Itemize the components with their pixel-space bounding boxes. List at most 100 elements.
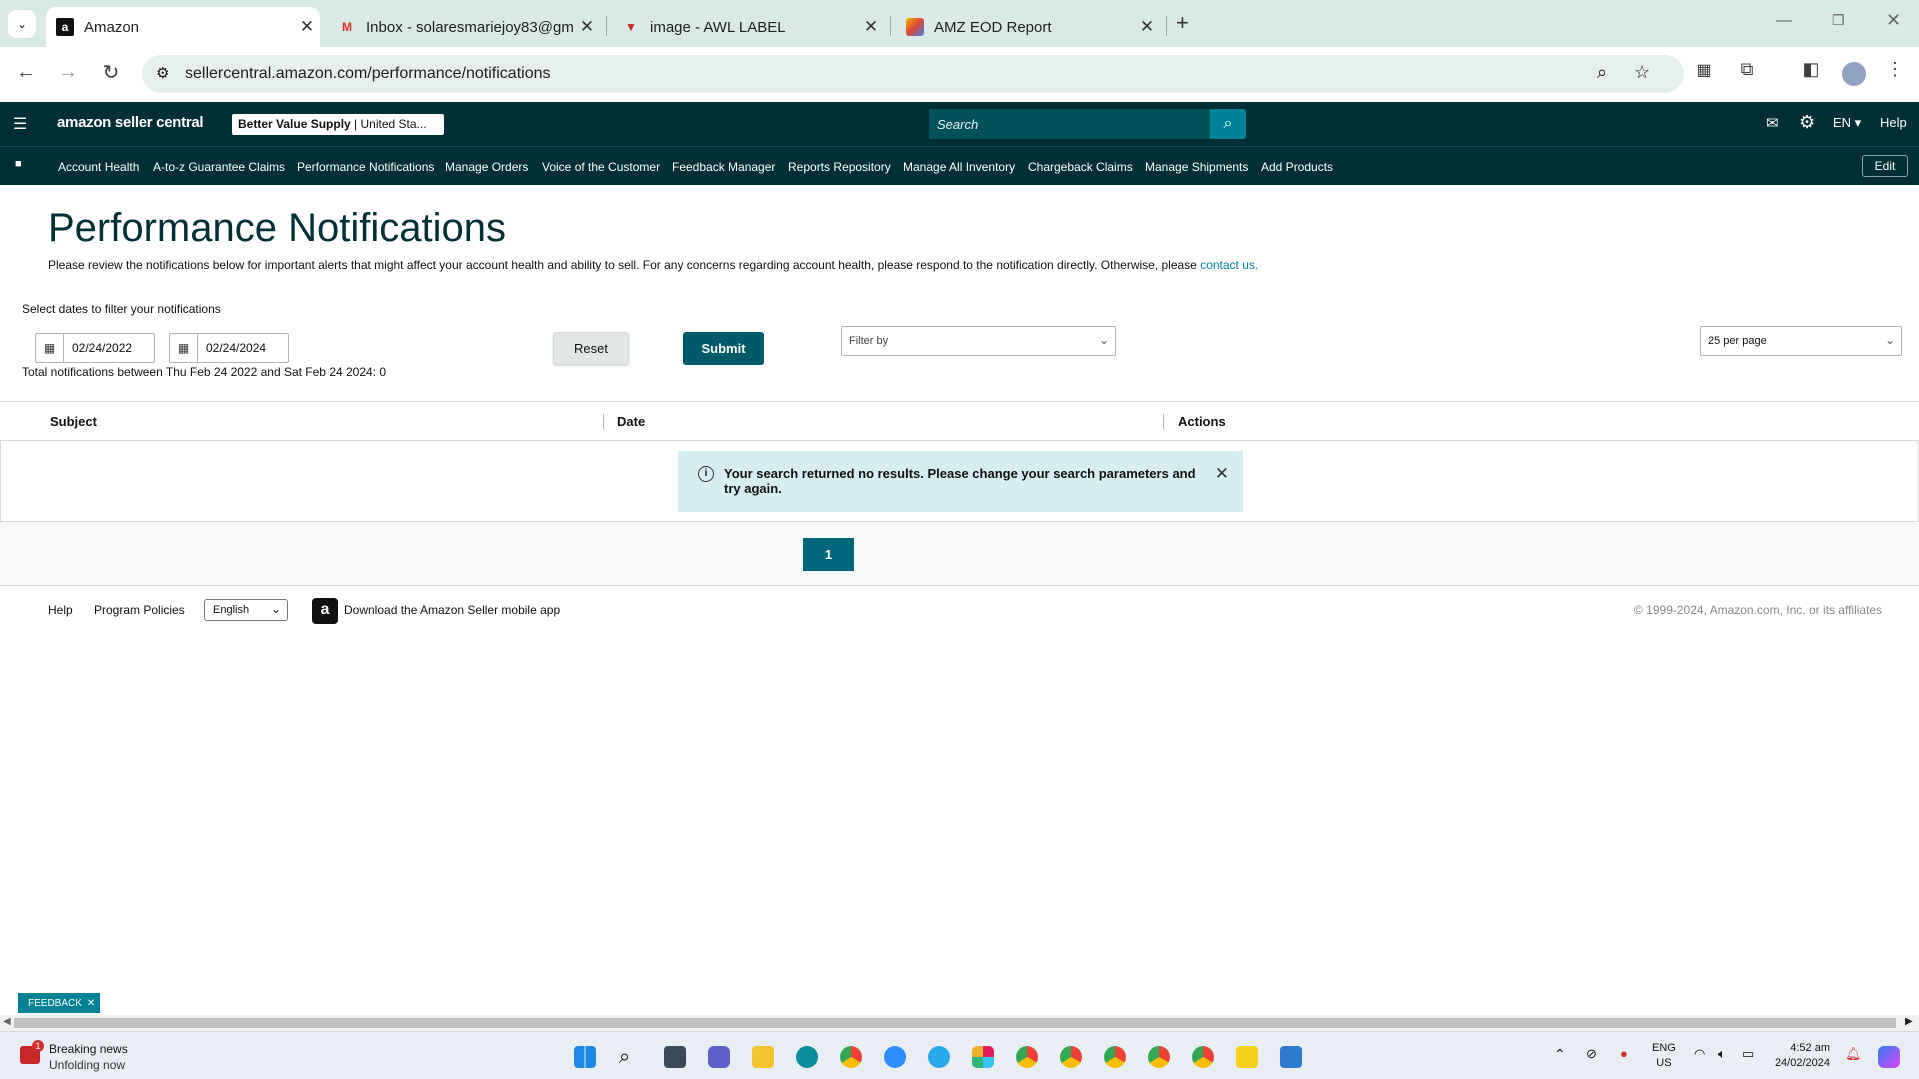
filter-by-dropdown[interactable]: Filter by ⌄ xyxy=(841,326,1116,356)
battery-icon[interactable]: ▭ xyxy=(1742,1046,1754,1062)
nav-manage-shipments[interactable]: Manage Shipments xyxy=(1145,160,1248,174)
taskbar-search-icon[interactable]: ⌕ xyxy=(619,1046,641,1068)
task-view-icon[interactable] xyxy=(664,1046,686,1068)
global-search[interactable]: Search ⌕ xyxy=(929,109,1246,139)
chrome-profile-3-icon[interactable] xyxy=(1104,1046,1126,1068)
nav-edit-button[interactable]: Edit xyxy=(1862,155,1908,177)
bookmark-star-icon[interactable]: ☆ xyxy=(1634,62,1650,83)
zoom-icon[interactable]: ⌕ xyxy=(1597,62,1607,83)
scroll-right-icon[interactable]: ▶ xyxy=(1905,1016,1913,1027)
close-icon[interactable]: ✕ xyxy=(87,998,95,1009)
tab-search-button[interactable]: ⌄ xyxy=(8,10,36,38)
footer-program-policies-link[interactable]: Program Policies xyxy=(94,603,185,617)
network-icon[interactable]: ⊘ xyxy=(1586,1046,1597,1062)
close-icon[interactable]: ✕ xyxy=(1215,464,1229,484)
chrome-profile-2-icon[interactable] xyxy=(1060,1046,1082,1068)
download-app-link[interactable]: Download the Amazon Seller mobile app xyxy=(344,603,560,617)
nav-performance-notifications[interactable]: Performance Notifications xyxy=(297,160,434,174)
qr-code-icon[interactable]: ▦ xyxy=(1689,60,1719,80)
page-1-button[interactable]: 1 xyxy=(803,538,854,571)
file-explorer-icon[interactable] xyxy=(752,1046,774,1068)
sticky-notes-icon[interactable] xyxy=(1236,1046,1258,1068)
close-tab-icon[interactable]: ✕ xyxy=(1134,17,1160,37)
store-switcher[interactable]: Better Value Supply | United Sta... xyxy=(232,114,444,135)
site-info-icon[interactable]: ⚙ xyxy=(156,64,169,82)
chrome-icon[interactable] xyxy=(840,1046,862,1068)
nav-manage-orders[interactable]: Manage Orders xyxy=(445,160,528,174)
reset-button[interactable]: Reset xyxy=(553,332,629,365)
seller-central-logo[interactable]: amazon seller central xyxy=(57,114,204,131)
column-date[interactable]: Date xyxy=(617,414,645,429)
chrome-profile-4-icon[interactable] xyxy=(1148,1046,1170,1068)
nav-manage-all-inventory[interactable]: Manage All Inventory xyxy=(903,160,1015,174)
scroll-left-icon[interactable]: ◀ xyxy=(3,1016,11,1027)
contact-us-link[interactable]: contact us. xyxy=(1200,258,1258,272)
header-help-link[interactable]: Help xyxy=(1880,115,1907,130)
submit-button[interactable]: Submit xyxy=(683,332,764,365)
minimize-window-icon[interactable]: — xyxy=(1776,12,1792,30)
tab-amz-eod-report[interactable]: AMZ EOD Report ✕ xyxy=(896,7,1160,47)
close-window-icon[interactable]: ✕ xyxy=(1886,10,1901,31)
slack-icon[interactable] xyxy=(972,1046,994,1068)
nav-voice-of-customer[interactable]: Voice of the Customer xyxy=(542,160,660,174)
calendar-icon[interactable]: ▦ xyxy=(170,334,198,362)
teams-icon[interactable] xyxy=(708,1046,730,1068)
microphone-icon[interactable]: ● xyxy=(1620,1046,1628,1061)
back-icon[interactable]: ← xyxy=(11,61,41,84)
nav-feedback-manager[interactable]: Feedback Manager xyxy=(672,160,775,174)
restore-window-icon[interactable]: ❐ xyxy=(1832,12,1845,29)
photos-icon[interactable] xyxy=(1280,1046,1302,1068)
zoom-icon[interactable] xyxy=(884,1046,906,1068)
mail-icon[interactable]: ✉ xyxy=(1766,114,1779,132)
tab-amazon[interactable]: a Amazon ✕ xyxy=(46,7,320,47)
reload-icon[interactable]: ↻ xyxy=(96,60,126,85)
windows-start-icon[interactable] xyxy=(574,1046,596,1068)
horizontal-scrollbar[interactable]: ◀ ▶ xyxy=(0,1015,1919,1031)
browser-menu-icon[interactable]: ⋮ xyxy=(1880,59,1910,80)
close-tab-icon[interactable]: ✕ xyxy=(858,17,884,37)
volume-icon[interactable]: 🔈︎ xyxy=(1718,1046,1726,1062)
calendar-icon[interactable]: ▦ xyxy=(36,334,64,362)
nav-reports-repository[interactable]: Reports Repository xyxy=(788,160,891,174)
close-tab-icon[interactable]: ✕ xyxy=(294,17,320,37)
scrollbar-thumb[interactable] xyxy=(14,1018,1896,1028)
news-title[interactable]: Breaking news xyxy=(49,1042,128,1056)
profile-avatar[interactable] xyxy=(1842,62,1866,86)
new-tab-button[interactable]: + xyxy=(1176,10,1189,36)
tab-awl-label[interactable]: ▼ image - AWL LABEL ✕ xyxy=(612,7,884,47)
footer-language-select[interactable]: English ⌄ xyxy=(204,599,288,621)
telegram-icon[interactable] xyxy=(928,1046,950,1068)
end-date-field[interactable]: ▦ 02/24/2024 xyxy=(169,333,289,363)
search-input[interactable]: Search xyxy=(937,117,978,132)
language-selector[interactable]: EN ▾ xyxy=(1833,115,1861,131)
side-panel-icon[interactable]: ◧ xyxy=(1796,59,1826,80)
clock[interactable]: 4:52 am 24/02/2024 xyxy=(1770,1041,1830,1071)
nav-add-products[interactable]: Add Products xyxy=(1261,160,1333,174)
wifi-icon[interactable]: ◠ xyxy=(1694,1046,1705,1062)
bookmark-icon[interactable]: ■ xyxy=(15,158,22,170)
forward-icon[interactable]: → xyxy=(53,61,83,84)
search-icon[interactable]: ⌕ xyxy=(1210,109,1246,139)
edge-icon[interactable] xyxy=(796,1046,818,1068)
settings-gear-icon[interactable]: ⚙ xyxy=(1799,112,1815,133)
column-subject[interactable]: Subject xyxy=(50,414,97,429)
amazon-app-icon[interactable]: a xyxy=(312,598,338,624)
input-language[interactable]: ENG US xyxy=(1652,1041,1676,1071)
nav-account-health[interactable]: Account Health xyxy=(58,160,139,174)
tab-gmail[interactable]: M Inbox - solaresmariejoy83@gm ✕ xyxy=(328,7,600,47)
address-bar[interactable]: ⚙ sellercentral.amazon.com/performance/n… xyxy=(142,55,1684,93)
extensions-icon[interactable]: ⧉ xyxy=(1732,59,1762,80)
show-hidden-icons[interactable]: ⌃ xyxy=(1554,1046,1566,1063)
footer-help-link[interactable]: Help xyxy=(48,603,73,617)
per-page-dropdown[interactable]: 25 per page ⌄ xyxy=(1700,326,1902,356)
copilot-icon[interactable] xyxy=(1878,1046,1900,1068)
notification-bell-icon[interactable]: 🔔︎ xyxy=(1845,1046,1862,1062)
start-date-field[interactable]: ▦ 02/24/2022 xyxy=(35,333,155,363)
feedback-tab[interactable]: FEEDBACK ✕ xyxy=(18,993,100,1013)
chrome-profile-5-icon[interactable] xyxy=(1192,1046,1214,1068)
close-tab-icon[interactable]: ✕ xyxy=(574,17,600,37)
chrome-profile-1-icon[interactable] xyxy=(1016,1046,1038,1068)
nav-a-to-z-claims[interactable]: A-to-z Guarantee Claims xyxy=(153,160,285,174)
nav-chargeback-claims[interactable]: Chargeback Claims xyxy=(1028,160,1133,174)
hamburger-menu-icon[interactable]: ☰ xyxy=(13,114,27,134)
